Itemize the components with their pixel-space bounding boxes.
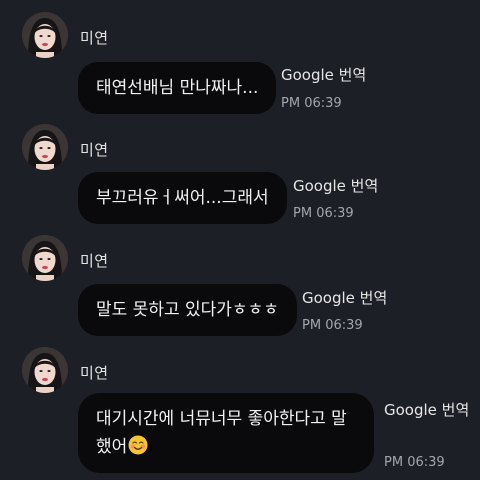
message-bubble[interactable]: 말도 못하고 있다가ㅎㅎㅎ [78,284,297,336]
avatar[interactable] [22,12,68,58]
chat-thread: 미연 태연선배님 만나짜나... Google 번역 PM 06:39 미연 부… [0,0,480,480]
message-timestamp: PM 06:39 [293,206,354,221]
sender-name: 미연 [80,252,109,270]
avatar[interactable] [22,347,68,393]
message-bubble[interactable]: 태연선배님 만나짜나... [78,62,277,114]
message-text-line: 대기시간에 너뮤너무 좋아한다고 말 [96,409,347,429]
sender-name: 미연 [80,364,109,382]
google-translate-link[interactable]: Google 번역 [302,287,387,308]
message-text-line: 했어 [96,433,356,461]
profile-photo [22,12,68,58]
smiling-blushing-face-emoji [128,435,148,455]
avatar[interactable] [22,235,68,281]
message-text-fragment: 했어 [96,437,128,457]
avatar[interactable] [22,124,68,170]
profile-photo [22,124,68,170]
message-bubble[interactable]: 대기시간에 너뮤너무 좋아한다고 말 했어 [78,393,374,473]
sender-name: 미연 [80,29,109,47]
sender-name: 미연 [80,141,109,159]
message-timestamp: PM 06:39 [302,318,363,333]
message-bubble[interactable]: 부끄러유ㅓ써어...그래서 [78,172,287,224]
google-translate-link[interactable]: Google 번역 [281,64,366,85]
google-translate-link[interactable]: Google 번역 [293,175,378,196]
profile-photo [22,235,68,281]
message-timestamp: PM 06:39 [281,96,342,111]
google-translate-link[interactable]: Google 번역 [384,399,469,420]
profile-photo [22,347,68,393]
message-timestamp: PM 06:39 [384,455,445,470]
